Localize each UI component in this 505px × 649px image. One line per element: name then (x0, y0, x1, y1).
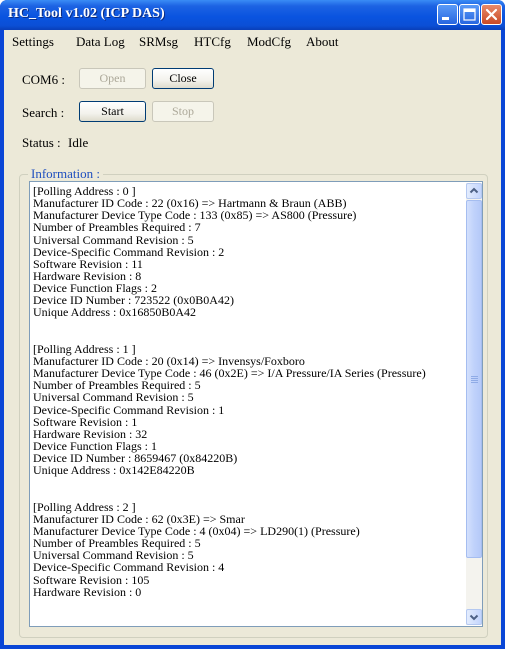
menu-settings[interactable]: Settings (12, 34, 54, 50)
menu-bar: Settings Data Log SRMsg HTCfg ModCfg Abo… (4, 30, 501, 52)
thumb-grip (471, 380, 478, 381)
information-text[interactable]: [Polling Address : 0 ] Manufacturer ID Co… (33, 185, 463, 623)
thumb-grip (471, 376, 478, 377)
search-label: Search : (22, 105, 65, 120)
info-line: Number of Preambles Required : 7 (33, 220, 201, 235)
title-bar[interactable]: HC_Tool v1.02 (ICP DAS) (0, 0, 505, 30)
info-line: Universal Command Revision : 5 (33, 232, 194, 247)
menu-data-log[interactable]: Data Log (76, 34, 125, 50)
info-line: Unique Address : 0x16850B0A42 (33, 305, 196, 320)
com-port-label: COM6 : (22, 72, 65, 87)
info-blank-line (33, 319, 463, 331)
info-line: Device-Specific Command Revision : 4 (33, 560, 225, 575)
thumb-grip (471, 382, 478, 383)
scroll-down-icon (469, 614, 479, 621)
menu-htcfg[interactable]: HTCfg (194, 34, 231, 50)
close-icon (485, 8, 498, 21)
info-blank-line (33, 476, 463, 488)
information-textbox[interactable]: [Polling Address : 0 ] Manufacturer ID Co… (29, 181, 483, 627)
scroll-down-button[interactable] (466, 609, 482, 625)
info-line: Unique Address : 0x142E84220B (33, 463, 195, 478)
info-line: Hardware Revision : 0 (33, 584, 142, 599)
thumb-grip (471, 378, 478, 379)
window-title: HC_Tool v1.02 (ICP DAS) (8, 6, 165, 21)
status-value: Idle (68, 135, 89, 150)
menu-modcfg[interactable]: ModCfg (247, 34, 291, 50)
close-button[interactable]: Close (152, 68, 214, 89)
app-window: HC_Tool v1.02 (ICP DAS) Settings Data Lo… (0, 0, 505, 649)
minimize-icon (442, 17, 449, 20)
info-blank-line (33, 331, 463, 343)
info-line: Software Revision : 1 (33, 414, 138, 429)
scroll-up-button[interactable] (466, 183, 482, 199)
info-line: Universal Command Revision : 5 (33, 390, 194, 405)
menu-srmsg[interactable]: SRMsg (139, 34, 178, 50)
info-line: Device-Specific Command Revision : 1 (33, 402, 225, 417)
maximize-icon (463, 8, 476, 21)
open-button[interactable]: Open (79, 68, 146, 89)
start-button[interactable]: Start (79, 101, 146, 122)
status-label: Status : (22, 135, 61, 150)
vertical-scrollbar[interactable] (466, 183, 482, 625)
menu-about[interactable]: About (306, 34, 339, 50)
stop-button[interactable]: Stop (152, 101, 214, 122)
scroll-up-icon (469, 187, 479, 194)
minimize-button[interactable] (437, 4, 458, 25)
scrollbar-thumb[interactable] (466, 200, 482, 558)
info-blank-line (33, 489, 463, 501)
info-line: [Polling Address : 2 ] (33, 499, 136, 514)
close-window-button[interactable] (481, 4, 502, 25)
maximize-button[interactable] (459, 4, 480, 25)
info-line: Software Revision : 105 (33, 572, 150, 587)
information-title: Information : (28, 166, 103, 182)
client-area: Settings Data Log SRMsg HTCfg ModCfg Abo… (4, 30, 501, 645)
